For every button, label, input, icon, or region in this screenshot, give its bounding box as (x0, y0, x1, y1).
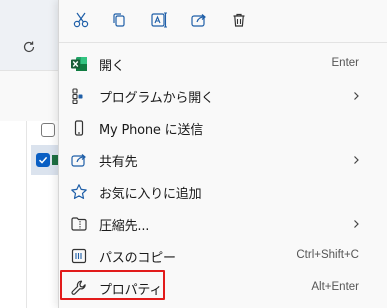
delete-button[interactable] (223, 5, 255, 35)
menu-item-label: プログラムから開く (99, 91, 214, 106)
rename-button[interactable] (143, 5, 175, 35)
row-checkbox-checked[interactable] (36, 153, 50, 167)
open-with-icon (69, 86, 89, 106)
context-menu: 開く Enter プログラムから開く My Phone に送信 共有先 お気に入… (58, 0, 387, 308)
menu-item-label: 共有先 (99, 155, 138, 170)
divider (26, 121, 27, 308)
menu-item-label: パスのコピー (99, 251, 176, 266)
chevron-right-icon (354, 220, 359, 228)
share-button[interactable] (183, 5, 215, 35)
cut-button[interactable] (65, 5, 97, 35)
trash-icon (233, 13, 245, 27)
phone-icon (69, 118, 89, 138)
star-icon (69, 182, 89, 202)
menu-item-open[interactable]: 開く Enter (63, 49, 384, 79)
menu-item-shortcut: Enter (331, 57, 360, 69)
copy-path-icon (69, 246, 89, 266)
menu-item-open-with[interactable]: プログラムから開く (63, 81, 384, 111)
chevron-right-icon (354, 156, 359, 164)
menu-item-send-to-phone[interactable]: My Phone に送信 (63, 113, 384, 143)
copy-button[interactable] (103, 5, 135, 35)
menu-item-shortcut: Ctrl+Shift+C (296, 249, 359, 261)
row-checkbox[interactable] (41, 123, 55, 137)
chevron-right-icon (354, 92, 359, 100)
menu-separator (59, 42, 387, 43)
highlight-annotation-box (60, 270, 165, 300)
scissors-icon (73, 12, 89, 28)
menu-item-label: 圧縮先... (99, 219, 150, 234)
menu-item-label: お気に入りに追加 (99, 187, 202, 202)
menu-item-label: My Phone に送信 (99, 123, 204, 138)
copy-icon (113, 13, 125, 27)
rename-icon (151, 12, 167, 28)
menu-item-label: 開く (99, 59, 125, 74)
refresh-icon (23, 41, 35, 53)
menu-item-add-favorite[interactable]: お気に入りに追加 (63, 177, 384, 207)
context-menu-toolbar (59, 0, 387, 40)
menu-item-shortcut: Alt+Enter (311, 281, 359, 293)
excel-icon (69, 54, 89, 74)
share-icon (69, 150, 89, 170)
checkmark-icon (38, 156, 48, 164)
refresh-button[interactable] (16, 34, 42, 60)
share-icon (191, 14, 206, 27)
menu-item-share-with[interactable]: 共有先 (63, 145, 384, 175)
zip-folder-icon (69, 214, 89, 234)
menu-item-compress-to[interactable]: 圧縮先... (63, 209, 384, 239)
menu-item-copy-path[interactable]: パスのコピー Ctrl+Shift+C (63, 241, 384, 271)
